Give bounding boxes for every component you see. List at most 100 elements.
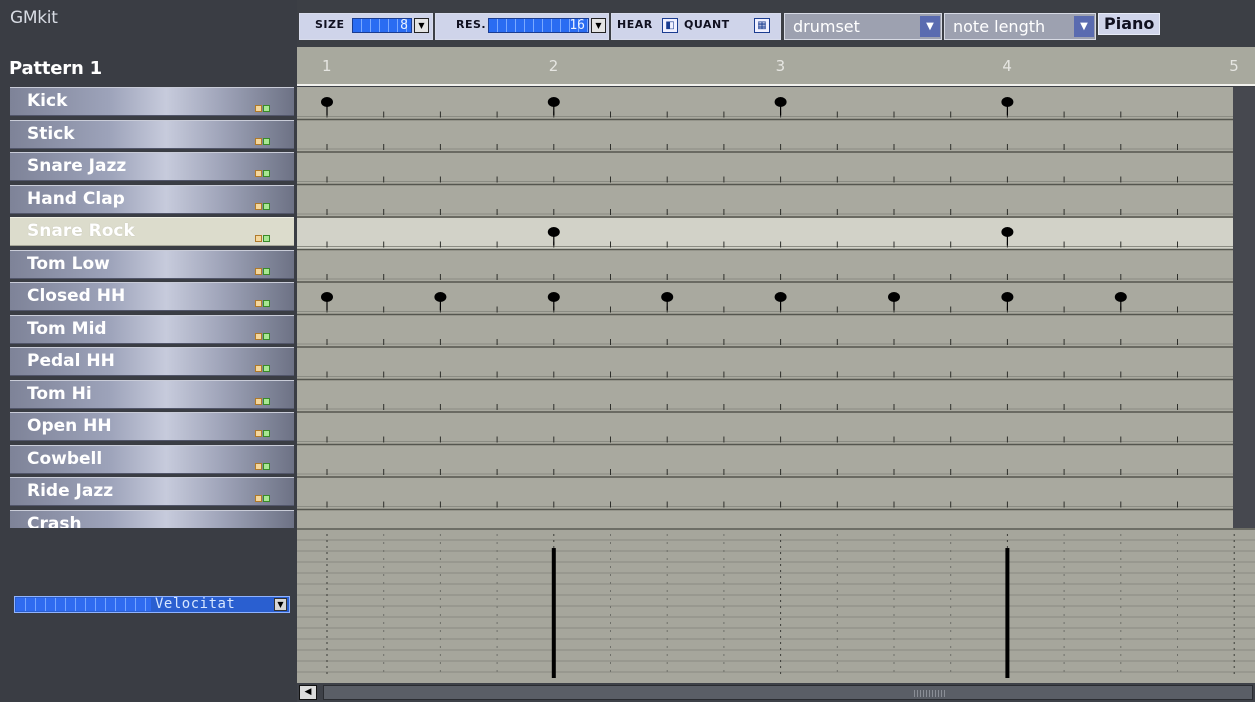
solo-toggle-icon[interactable] — [263, 430, 270, 437]
mode-select-value: note length — [953, 17, 1046, 36]
resolution-field[interactable]: 16 — [488, 18, 589, 33]
vertical-scrollbar[interactable] — [1233, 87, 1255, 528]
pattern-name[interactable]: Pattern 1 — [9, 58, 102, 79]
track-row[interactable]: Cowbell — [10, 444, 294, 474]
mute-solo-toggles — [255, 260, 271, 279]
hear-quant-control: HEAR ◧ QUANT ▦ — [611, 13, 781, 40]
note[interactable] — [1001, 227, 1014, 237]
solo-toggle-icon[interactable] — [263, 300, 270, 307]
mute-toggle-icon[interactable] — [255, 170, 262, 177]
resolution-value: 16 — [569, 18, 585, 33]
mute-toggle-icon[interactable] — [255, 235, 262, 242]
mute-toggle-icon[interactable] — [255, 105, 262, 112]
mute-toggle-icon[interactable] — [255, 332, 262, 340]
track-row[interactable]: Tom Low — [10, 249, 294, 279]
track-row[interactable]: Stick — [10, 119, 294, 149]
note[interactable] — [321, 97, 333, 107]
mode-select[interactable]: note length ▼ — [944, 13, 1096, 40]
velocity-selector[interactable]: Velocitat ▼ — [14, 596, 290, 613]
instrument-dropdown-arrow-icon[interactable]: ▼ — [920, 16, 940, 37]
track-label: Crash — [27, 513, 82, 529]
step-grid-canvas[interactable] — [297, 87, 1233, 528]
resolution-label: RES. — [456, 18, 487, 31]
mute-solo-toggles — [255, 520, 271, 528]
mute-toggle-icon[interactable] — [255, 527, 262, 528]
note[interactable] — [888, 292, 900, 302]
solo-toggle-icon[interactable] — [263, 267, 270, 275]
quant-grid-icon[interactable]: ▦ — [754, 18, 770, 33]
mute-solo-toggles — [255, 130, 271, 149]
mute-solo-toggles — [255, 162, 271, 181]
note[interactable] — [1001, 97, 1014, 107]
solo-toggle-icon[interactable] — [263, 527, 270, 528]
scroll-thumb[interactable] — [323, 685, 1253, 700]
track-label: Stick — [27, 123, 75, 144]
instrument-select[interactable]: drumset ▼ — [784, 13, 942, 40]
hear-toggle-icon[interactable]: ◧ — [662, 18, 678, 33]
velocity-lane-canvas[interactable] — [297, 528, 1255, 683]
mute-toggle-icon[interactable] — [255, 300, 262, 307]
solo-toggle-icon[interactable] — [263, 235, 270, 242]
mute-toggle-icon[interactable] — [255, 365, 262, 372]
solo-toggle-icon[interactable] — [263, 137, 270, 145]
track-label: Snare Rock — [27, 221, 135, 241]
solo-toggle-icon[interactable] — [263, 105, 270, 112]
track-list: Kick Stick Snare Jazz Hand Clap Snare Rock To… — [10, 87, 294, 528]
note[interactable] — [774, 97, 787, 107]
track-row[interactable]: Tom Hi — [10, 379, 294, 409]
beat-number: 5 — [1229, 57, 1239, 75]
beat-number: 1 — [322, 57, 332, 75]
step-grid[interactable] — [297, 87, 1233, 528]
mute-toggle-icon[interactable] — [255, 202, 262, 210]
note[interactable] — [434, 292, 447, 302]
beat-number: 3 — [775, 57, 786, 75]
track-row[interactable]: Ride Jazz — [10, 477, 294, 506]
mute-solo-toggles — [255, 195, 271, 214]
track-row[interactable]: Snare Rock — [10, 217, 294, 246]
mode-dropdown-arrow-icon[interactable]: ▼ — [1074, 16, 1094, 37]
size-field[interactable]: 8 — [352, 18, 412, 33]
track-row[interactable]: Kick — [10, 87, 294, 116]
track-row[interactable]: Open HH — [10, 412, 294, 441]
velocity-lane[interactable] — [297, 528, 1255, 683]
note[interactable] — [774, 292, 787, 302]
mute-toggle-icon[interactable] — [255, 137, 262, 145]
mute-toggle-icon[interactable] — [255, 495, 262, 502]
track-label: Hand Clap — [27, 188, 125, 209]
mute-toggle-icon[interactable] — [255, 397, 262, 405]
track-row[interactable]: Crash — [10, 509, 294, 529]
solo-toggle-icon[interactable] — [263, 462, 270, 470]
velocity-bar[interactable] — [1005, 548, 1010, 678]
track-row[interactable]: Tom Mid — [10, 314, 294, 344]
track-row[interactable]: Pedal HH — [10, 347, 294, 376]
scroll-grip-icon — [914, 690, 946, 697]
track-row[interactable]: Closed HH — [10, 282, 294, 311]
mute-toggle-icon[interactable] — [255, 462, 262, 470]
beat-ruler[interactable]: 1 2 3 4 5 — [297, 47, 1255, 86]
solo-toggle-icon[interactable] — [263, 170, 270, 177]
track-row[interactable]: Hand Clap — [10, 184, 294, 214]
mute-toggle-icon[interactable] — [255, 267, 262, 275]
solo-toggle-icon[interactable] — [263, 202, 270, 210]
horizontal-scrollbar[interactable]: ◀ — [297, 683, 1255, 702]
solo-toggle-icon[interactable] — [263, 397, 270, 405]
note[interactable] — [1114, 292, 1127, 302]
note[interactable] — [547, 227, 560, 237]
piano-button[interactable]: Piano — [1098, 13, 1161, 35]
note[interactable] — [547, 97, 560, 107]
solo-toggle-icon[interactable] — [263, 365, 270, 372]
track-row[interactable]: Snare Jazz — [10, 152, 294, 181]
size-dropdown-arrow-icon[interactable]: ▼ — [414, 18, 429, 33]
solo-toggle-icon[interactable] — [263, 495, 270, 502]
velocity-bar[interactable] — [551, 548, 556, 678]
mute-toggle-icon[interactable] — [255, 430, 262, 437]
note[interactable] — [661, 292, 674, 302]
resolution-dropdown-arrow-icon[interactable]: ▼ — [591, 18, 606, 33]
size-value: 8 — [400, 18, 408, 33]
note[interactable] — [1001, 292, 1014, 302]
solo-toggle-icon[interactable] — [263, 332, 270, 340]
velocity-dropdown-arrow-icon[interactable]: ▼ — [274, 598, 287, 611]
note[interactable] — [321, 292, 333, 302]
scroll-left-arrow-icon[interactable]: ◀ — [299, 685, 317, 700]
note[interactable] — [547, 292, 560, 302]
